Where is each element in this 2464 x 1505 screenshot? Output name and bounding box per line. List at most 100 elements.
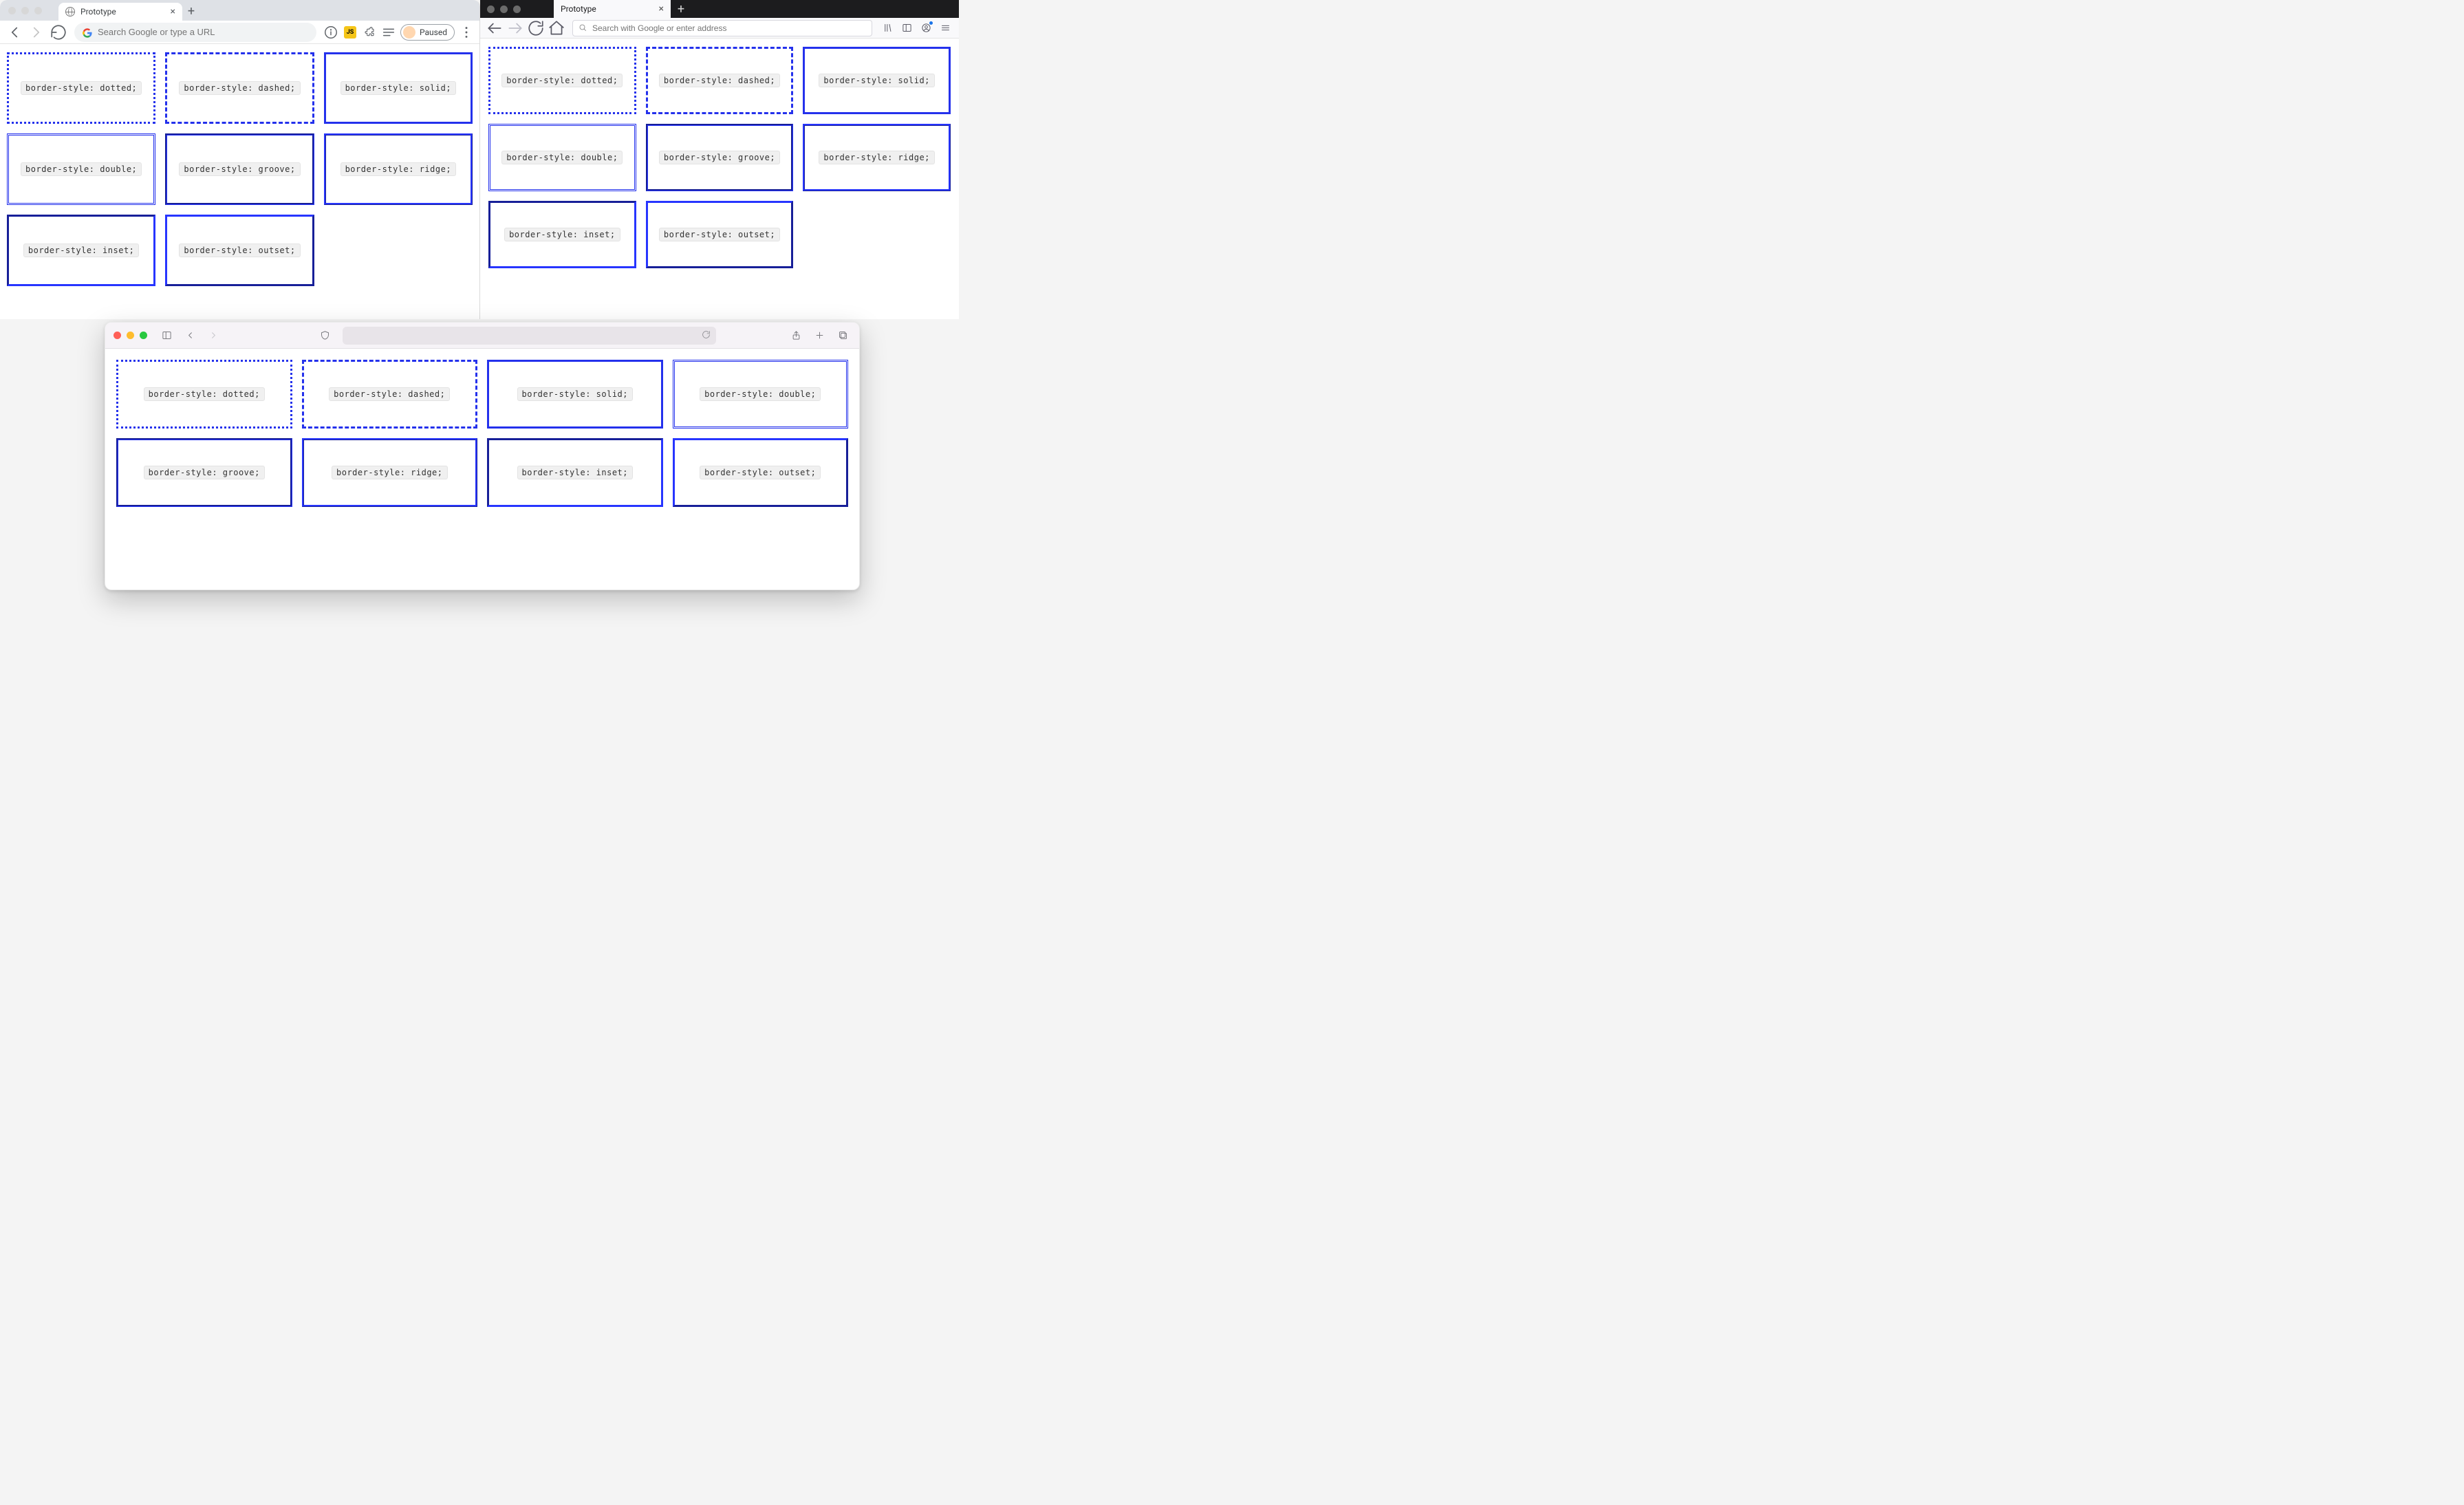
swatch-ridge: border-style: ridge; [302,438,478,507]
swatch-grid: border-style: dotted; border-style: dash… [7,52,473,286]
zoom-window-icon[interactable] [34,7,42,14]
swatch-label: border-style: groove; [144,466,265,479]
forward-button[interactable] [506,19,524,37]
swatch-outset: border-style: outset; [646,201,794,268]
swatch-dashed: border-style: dashed; [646,47,794,114]
browser-tab[interactable]: Prototype × [554,0,671,18]
swatch-label: border-style: outset; [700,466,821,479]
avatar-icon [403,26,415,39]
swatch-label: border-style: inset; [23,243,140,257]
swatch-label: border-style: groove; [659,151,780,164]
reading-list-icon[interactable] [381,25,396,40]
reload-icon[interactable] [702,329,711,342]
safari-toolbar [105,323,859,349]
safari-window: border-style: dotted; border-style: dash… [105,322,860,590]
swatch-double: border-style: double; [7,133,155,205]
omnibox[interactable] [74,23,316,42]
firefox-window: Prototype × + [480,0,959,319]
minimize-window-icon[interactable] [500,6,508,13]
close-tab-icon[interactable]: × [171,6,175,17]
minimize-window-icon[interactable] [127,332,134,339]
swatch-label: border-style: inset; [517,466,634,479]
swatch-label: border-style: outset; [659,228,780,241]
share-icon[interactable] [788,327,804,344]
close-window-icon[interactable] [487,6,495,13]
minimize-window-icon[interactable] [21,7,29,14]
swatch-label: border-style: outset; [179,243,300,257]
omnibox[interactable] [343,327,716,345]
swatch-dotted: border-style: dotted; [488,47,636,114]
swatch-label: border-style: ridge; [341,162,457,176]
forward-button[interactable] [28,23,45,41]
swatch-label: border-style: dashed; [659,74,780,87]
omnibox-input[interactable] [592,23,866,33]
info-icon[interactable] [323,25,338,40]
swatch-label: border-style: ridge; [332,466,448,479]
js-extension-icon[interactable]: JS [343,25,358,40]
swatch-label: border-style: solid; [517,387,634,401]
swatch-label: border-style: groove; [179,162,300,176]
new-tab-icon[interactable] [811,327,828,344]
swatch-inset: border-style: inset; [7,215,155,286]
tab-overview-icon[interactable] [834,327,851,344]
swatch-double: border-style: double; [673,360,849,429]
close-window-icon[interactable] [8,7,16,14]
home-button[interactable] [548,19,565,37]
library-icon[interactable] [879,20,896,36]
back-button[interactable] [6,23,23,41]
chrome-viewport: border-style: dotted; border-style: dash… [0,44,479,294]
back-button[interactable] [182,327,198,344]
swatch-inset: border-style: inset; [488,201,636,268]
kebab-menu-icon[interactable] [459,25,474,40]
swatch-label: border-style: dashed; [179,81,300,95]
close-window-icon[interactable] [114,332,121,339]
swatch-groove: border-style: groove; [116,438,292,507]
swatch-dotted: border-style: dotted; [7,52,155,124]
zoom-window-icon[interactable] [140,332,147,339]
firefox-tabstrip: Prototype × + [480,0,959,18]
account-icon[interactable] [918,20,934,36]
swatch-label: border-style: double; [501,151,623,164]
firefox-viewport: border-style: dotted; border-style: dash… [480,39,959,277]
tab-title: Prototype [80,7,116,17]
traffic-lights[interactable] [8,0,42,21]
omnibox-input[interactable] [98,27,308,37]
search-icon [579,21,587,34]
swatch-dashed: border-style: dashed; [302,360,478,429]
globe-icon [65,7,75,17]
new-tab-button[interactable]: + [671,0,691,18]
swatch-label: border-style: solid; [819,74,935,87]
traffic-lights[interactable] [487,0,521,18]
back-button[interactable] [486,19,504,37]
zoom-window-icon[interactable] [513,6,521,13]
swatch-label: border-style: double; [700,387,821,401]
swatch-label: border-style: dotted; [501,74,623,87]
privacy-shield-icon[interactable] [316,327,333,344]
browser-tab[interactable]: Prototype × [58,3,182,21]
swatch-ridge: border-style: ridge; [324,133,473,205]
swatch-outset: border-style: outset; [673,438,849,507]
forward-button[interactable] [205,327,221,344]
swatch-solid: border-style: solid; [803,47,951,114]
profile-button[interactable]: Paused [400,24,455,41]
swatch-ridge: border-style: ridge; [803,124,951,191]
swatch-groove: border-style: groove; [646,124,794,191]
swatch-inset: border-style: inset; [487,438,663,507]
reload-button[interactable] [50,23,67,41]
reload-button[interactable] [527,19,545,37]
swatch-label: border-style: inset; [504,228,620,241]
sidebar-icon[interactable] [898,20,915,36]
extensions-icon[interactable] [362,25,377,40]
omnibox[interactable] [572,20,872,36]
swatch-label: border-style: ridge; [819,151,935,164]
swatch-label: border-style: dashed; [329,387,450,401]
swatch-outset: border-style: outset; [165,215,314,286]
close-tab-icon[interactable]: × [659,3,664,14]
chrome-toolbar: JS Paused [0,21,479,44]
hamburger-menu-icon[interactable] [937,20,953,36]
profile-label: Paused [420,28,447,37]
new-tab-button[interactable]: + [182,3,200,21]
swatch-label: border-style: dotted; [144,387,265,401]
sidebar-icon[interactable] [158,327,175,344]
traffic-lights[interactable] [114,332,147,339]
